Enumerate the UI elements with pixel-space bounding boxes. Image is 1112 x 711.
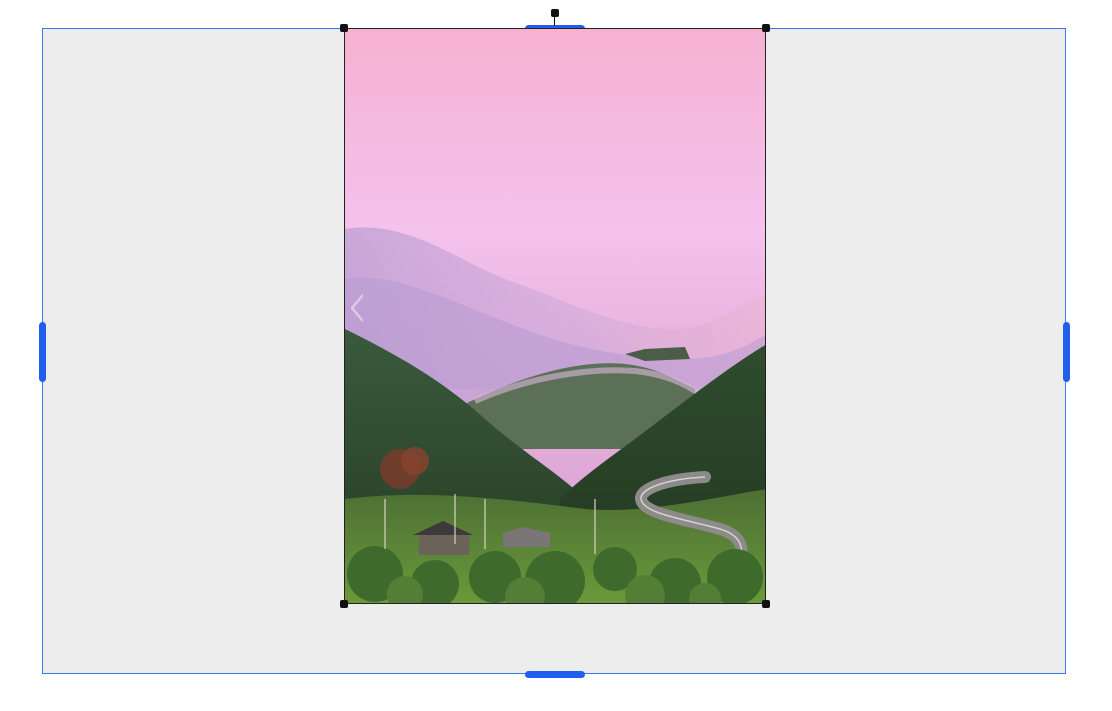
frame-left-resize-handle[interactable] bbox=[39, 322, 46, 382]
image-top-left-resize-handle[interactable] bbox=[340, 24, 348, 32]
landscape-photo bbox=[345, 29, 765, 603]
rotate-handle-icon[interactable] bbox=[551, 9, 559, 17]
editor-canvas bbox=[0, 0, 1112, 711]
image-top-right-resize-handle[interactable] bbox=[762, 24, 770, 32]
image-bottom-right-resize-handle[interactable] bbox=[762, 600, 770, 608]
frame-bottom-resize-handle[interactable] bbox=[525, 671, 585, 678]
selected-image[interactable] bbox=[344, 28, 766, 604]
frame-right-resize-handle[interactable] bbox=[1063, 322, 1070, 382]
rotate-handle-stem bbox=[554, 16, 555, 26]
image-bottom-left-resize-handle[interactable] bbox=[340, 600, 348, 608]
chevron-left-icon[interactable] bbox=[346, 292, 370, 324]
